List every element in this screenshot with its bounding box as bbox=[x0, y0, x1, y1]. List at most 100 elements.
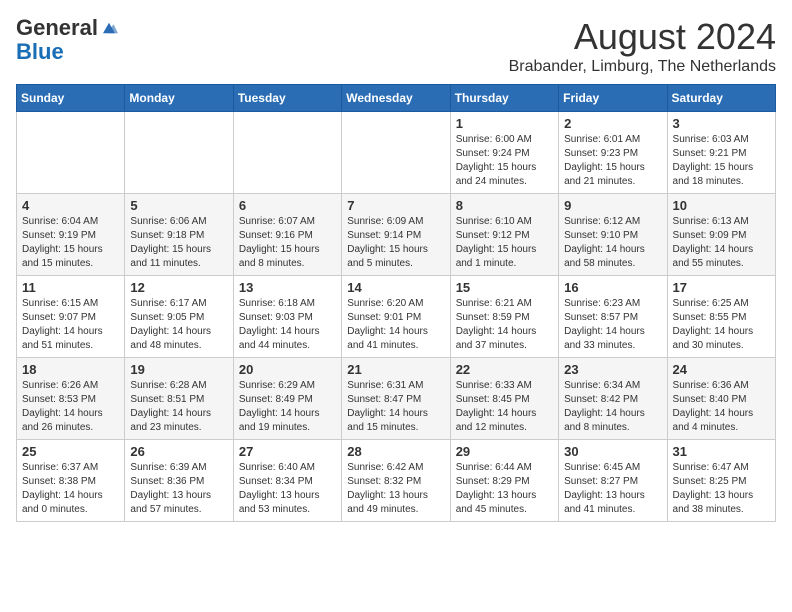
day-info: Sunrise: 6:20 AM Sunset: 9:01 PM Dayligh… bbox=[347, 297, 444, 353]
col-header-wednesday: Wednesday bbox=[342, 85, 450, 112]
col-header-thursday: Thursday bbox=[450, 85, 558, 112]
calendar-cell bbox=[125, 112, 233, 194]
day-info: Sunrise: 6:42 AM Sunset: 8:32 PM Dayligh… bbox=[347, 461, 444, 517]
calendar-cell: 7 Sunrise: 6:09 AM Sunset: 9:14 PM Daylig… bbox=[342, 194, 450, 276]
calendar-cell: 22 Sunrise: 6:33 AM Sunset: 8:45 PM Dayli… bbox=[450, 358, 558, 440]
calendar-week-row: 18 Sunrise: 6:26 AM Sunset: 8:53 PM Dayli… bbox=[17, 358, 776, 440]
day-number: 26 bbox=[130, 444, 227, 459]
calendar-cell: 14 Sunrise: 6:20 AM Sunset: 9:01 PM Dayli… bbox=[342, 276, 450, 358]
calendar-cell: 16 Sunrise: 6:23 AM Sunset: 8:57 PM Dayli… bbox=[559, 276, 667, 358]
day-info: Sunrise: 6:29 AM Sunset: 8:49 PM Dayligh… bbox=[239, 379, 336, 435]
day-number: 29 bbox=[456, 444, 553, 459]
day-number: 25 bbox=[22, 444, 119, 459]
calendar-cell: 3Sunrise: 6:03 AM Sunset: 9:21 PM Daylig… bbox=[667, 112, 775, 194]
day-info: Sunrise: 6:18 AM Sunset: 9:03 PM Dayligh… bbox=[239, 297, 336, 353]
day-number: 1 bbox=[456, 116, 553, 131]
logo-blue: Blue bbox=[16, 40, 64, 64]
day-number: 27 bbox=[239, 444, 336, 459]
day-number: 19 bbox=[130, 362, 227, 377]
calendar-cell: 9 Sunrise: 6:12 AM Sunset: 9:10 PM Daylig… bbox=[559, 194, 667, 276]
day-number: 24 bbox=[673, 362, 770, 377]
day-number: 18 bbox=[22, 362, 119, 377]
day-number: 21 bbox=[347, 362, 444, 377]
day-number: 30 bbox=[564, 444, 661, 459]
day-info: Sunrise: 6:31 AM Sunset: 8:47 PM Dayligh… bbox=[347, 379, 444, 435]
calendar-cell: 6 Sunrise: 6:07 AM Sunset: 9:16 PM Daylig… bbox=[233, 194, 341, 276]
calendar-cell: 30 Sunrise: 6:45 AM Sunset: 8:27 PM Dayli… bbox=[559, 440, 667, 522]
day-info: Sunrise: 6:23 AM Sunset: 8:57 PM Dayligh… bbox=[564, 297, 661, 353]
day-info: Sunrise: 6:47 AM Sunset: 8:25 PM Dayligh… bbox=[673, 461, 770, 517]
day-number: 20 bbox=[239, 362, 336, 377]
day-number: 5 bbox=[130, 198, 227, 213]
day-info: Sunrise: 6:12 AM Sunset: 9:10 PM Dayligh… bbox=[564, 215, 661, 271]
day-number: 11 bbox=[22, 280, 119, 295]
day-info: Sunrise: 6:33 AM Sunset: 8:45 PM Dayligh… bbox=[456, 379, 553, 435]
calendar-cell: 4 Sunrise: 6:04 AM Sunset: 9:19 PM Daylig… bbox=[17, 194, 125, 276]
header: General Blue August 2024 Brabander, Limb… bbox=[16, 16, 776, 76]
col-header-saturday: Saturday bbox=[667, 85, 775, 112]
calendar-cell: 25 Sunrise: 6:37 AM Sunset: 8:38 PM Dayli… bbox=[17, 440, 125, 522]
day-number: 14 bbox=[347, 280, 444, 295]
calendar-week-row: 11 Sunrise: 6:15 AM Sunset: 9:07 PM Dayli… bbox=[17, 276, 776, 358]
day-number: 28 bbox=[347, 444, 444, 459]
calendar-cell bbox=[342, 112, 450, 194]
calendar-cell: 19 Sunrise: 6:28 AM Sunset: 8:51 PM Dayli… bbox=[125, 358, 233, 440]
calendar-cell: 28 Sunrise: 6:42 AM Sunset: 8:32 PM Dayli… bbox=[342, 440, 450, 522]
calendar-cell: 29Sunrise: 6:44 AM Sunset: 8:29 PM Dayli… bbox=[450, 440, 558, 522]
day-info: Sunrise: 6:45 AM Sunset: 8:27 PM Dayligh… bbox=[564, 461, 661, 517]
day-info: Sunrise: 6:06 AM Sunset: 9:18 PM Dayligh… bbox=[130, 215, 227, 271]
day-info: Sunrise: 6:10 AM Sunset: 9:12 PM Dayligh… bbox=[456, 215, 553, 271]
calendar-cell: 20 Sunrise: 6:29 AM Sunset: 8:49 PM Dayli… bbox=[233, 358, 341, 440]
calendar-cell: 12 Sunrise: 6:17 AM Sunset: 9:05 PM Dayli… bbox=[125, 276, 233, 358]
calendar-week-row: 4 Sunrise: 6:04 AM Sunset: 9:19 PM Daylig… bbox=[17, 194, 776, 276]
calendar-cell: 21 Sunrise: 6:31 AM Sunset: 8:47 PM Dayli… bbox=[342, 358, 450, 440]
calendar-cell: 10Sunrise: 6:13 AM Sunset: 9:09 PM Dayli… bbox=[667, 194, 775, 276]
day-info: Sunrise: 6:39 AM Sunset: 8:36 PM Dayligh… bbox=[130, 461, 227, 517]
logo-general: General bbox=[16, 16, 98, 40]
calendar-cell: 31Sunrise: 6:47 AM Sunset: 8:25 PM Dayli… bbox=[667, 440, 775, 522]
col-header-monday: Monday bbox=[125, 85, 233, 112]
calendar-cell: 26 Sunrise: 6:39 AM Sunset: 8:36 PM Dayli… bbox=[125, 440, 233, 522]
day-info: Sunrise: 6:00 AM Sunset: 9:24 PM Dayligh… bbox=[456, 133, 553, 189]
calendar-cell: 27 Sunrise: 6:40 AM Sunset: 8:34 PM Dayli… bbox=[233, 440, 341, 522]
day-info: Sunrise: 6:40 AM Sunset: 8:34 PM Dayligh… bbox=[239, 461, 336, 517]
calendar-cell: 13 Sunrise: 6:18 AM Sunset: 9:03 PM Dayli… bbox=[233, 276, 341, 358]
calendar-week-row: 1 Sunrise: 6:00 AM Sunset: 9:24 PM Daylig… bbox=[17, 112, 776, 194]
day-info: Sunrise: 6:36 AM Sunset: 8:40 PM Dayligh… bbox=[673, 379, 770, 435]
day-info: Sunrise: 6:34 AM Sunset: 8:42 PM Dayligh… bbox=[564, 379, 661, 435]
day-info: Sunrise: 6:07 AM Sunset: 9:16 PM Dayligh… bbox=[239, 215, 336, 271]
day-number: 7 bbox=[347, 198, 444, 213]
day-number: 15 bbox=[456, 280, 553, 295]
day-info: Sunrise: 6:28 AM Sunset: 8:51 PM Dayligh… bbox=[130, 379, 227, 435]
day-info: Sunrise: 6:15 AM Sunset: 9:07 PM Dayligh… bbox=[22, 297, 119, 353]
col-header-friday: Friday bbox=[559, 85, 667, 112]
day-number: 13 bbox=[239, 280, 336, 295]
title-area: August 2024 Brabander, Limburg, The Neth… bbox=[509, 16, 776, 76]
day-info: Sunrise: 6:13 AM Sunset: 9:09 PM Dayligh… bbox=[673, 215, 770, 271]
calendar-cell bbox=[17, 112, 125, 194]
day-info: Sunrise: 6:25 AM Sunset: 8:55 PM Dayligh… bbox=[673, 297, 770, 353]
day-number: 4 bbox=[22, 198, 119, 213]
day-number: 22 bbox=[456, 362, 553, 377]
main-title: August 2024 bbox=[509, 16, 776, 58]
calendar-cell bbox=[233, 112, 341, 194]
day-number: 12 bbox=[130, 280, 227, 295]
calendar-header-row: SundayMondayTuesdayWednesdayThursdayFrid… bbox=[17, 85, 776, 112]
col-header-sunday: Sunday bbox=[17, 85, 125, 112]
day-number: 16 bbox=[564, 280, 661, 295]
day-info: Sunrise: 6:26 AM Sunset: 8:53 PM Dayligh… bbox=[22, 379, 119, 435]
day-number: 8 bbox=[456, 198, 553, 213]
day-info: Sunrise: 6:21 AM Sunset: 8:59 PM Dayligh… bbox=[456, 297, 553, 353]
day-number: 2 bbox=[564, 116, 661, 131]
day-info: Sunrise: 6:09 AM Sunset: 9:14 PM Dayligh… bbox=[347, 215, 444, 271]
calendar-cell: 18 Sunrise: 6:26 AM Sunset: 8:53 PM Dayli… bbox=[17, 358, 125, 440]
day-info: Sunrise: 6:17 AM Sunset: 9:05 PM Dayligh… bbox=[130, 297, 227, 353]
day-info: Sunrise: 6:04 AM Sunset: 9:19 PM Dayligh… bbox=[22, 215, 119, 271]
day-info: Sunrise: 6:01 AM Sunset: 9:23 PM Dayligh… bbox=[564, 133, 661, 189]
calendar-cell: 5 Sunrise: 6:06 AM Sunset: 9:18 PM Daylig… bbox=[125, 194, 233, 276]
day-number: 6 bbox=[239, 198, 336, 213]
logo-icon bbox=[100, 19, 118, 37]
calendar-cell: 23Sunrise: 6:34 AM Sunset: 8:42 PM Dayli… bbox=[559, 358, 667, 440]
day-info: Sunrise: 6:37 AM Sunset: 8:38 PM Dayligh… bbox=[22, 461, 119, 517]
day-number: 9 bbox=[564, 198, 661, 213]
